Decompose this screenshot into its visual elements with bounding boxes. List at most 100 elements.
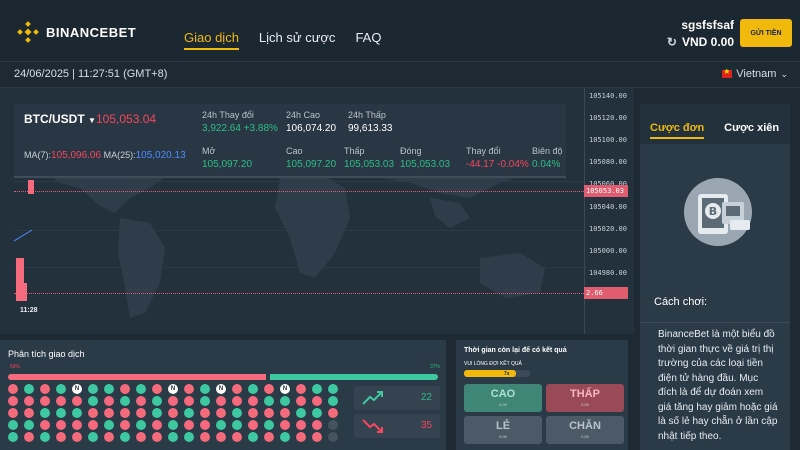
- result-bead: [88, 432, 98, 442]
- result-bead: [72, 396, 82, 406]
- language-label: Vietnam: [736, 68, 777, 80]
- bet-high-button[interactable]: CAO 0.00: [464, 384, 542, 412]
- result-bead: [312, 408, 322, 418]
- time-axis-label: 11:28: [20, 307, 38, 314]
- price-tick: 105100.00: [589, 136, 627, 144]
- language-selector[interactable]: Vietnam ⌄: [722, 67, 788, 80]
- result-bead: [248, 432, 258, 442]
- result-bead: N: [216, 384, 226, 394]
- stat-value: -44.17 -0.04%: [466, 159, 529, 170]
- result-bead: [24, 432, 34, 442]
- bet-low-button[interactable]: THẤP 0.00: [546, 384, 624, 412]
- result-bead: [280, 408, 290, 418]
- result-bead: [216, 408, 226, 418]
- server-datetime: 24/06/2025 | 11:27:51 (GMT+8): [14, 68, 168, 80]
- nav-bet-history[interactable]: Lịch sử cược: [259, 30, 336, 50]
- result-bead: [184, 384, 194, 394]
- result-bead: N: [72, 384, 82, 394]
- grid-line: [14, 267, 584, 268]
- ma7-value: 105,096.06: [51, 150, 102, 161]
- result-bead: [184, 420, 194, 430]
- nav-faq[interactable]: FAQ: [355, 30, 381, 50]
- result-bead: [328, 396, 338, 406]
- result-bead: [8, 432, 18, 442]
- chevron-down-icon: ⌄: [780, 68, 788, 79]
- result-bead: [120, 432, 130, 442]
- result-bead: [136, 384, 146, 394]
- stat-value: 105,053.03: [344, 159, 395, 170]
- result-bead: [312, 396, 322, 406]
- result-bead: [248, 408, 258, 418]
- analysis-title: Phân tích giao dịch: [8, 349, 85, 359]
- result-bead: [8, 396, 18, 406]
- deposit-button[interactable]: GỬI TIỀN: [740, 19, 792, 47]
- button-odds: 0.00: [581, 402, 589, 407]
- candle[interactable]: [28, 180, 34, 194]
- wait-label: VUI LÒNG ĐỢI KẾT QUẢ: [464, 361, 522, 367]
- stat-open: Mở 105,097.20: [202, 146, 252, 170]
- price-tick: 105040.00: [589, 203, 627, 211]
- result-bead: [328, 408, 338, 418]
- bet-odd-button[interactable]: LẺ 0.00: [464, 416, 542, 444]
- result-bead: [264, 396, 274, 406]
- result-bead: [216, 420, 226, 430]
- stat-24h-high: 24h Cao 106,074.20: [286, 110, 336, 134]
- result-bead: [40, 408, 50, 418]
- down-count: 35: [420, 420, 432, 431]
- brand-name: BINANCEBET: [46, 24, 137, 40]
- result-bead: [232, 420, 242, 430]
- stat-high: Cao 105,097.20: [286, 146, 336, 170]
- result-bead: [232, 408, 242, 418]
- result-bead: [72, 420, 82, 430]
- volume-bar: [24, 283, 27, 301]
- result-bead: [120, 408, 130, 418]
- result-bead: [56, 396, 66, 406]
- divider: [640, 322, 790, 323]
- result-bead: [40, 420, 50, 430]
- result-bead: [232, 396, 242, 406]
- nav-trade[interactable]: Giao dịch: [184, 30, 239, 50]
- button-label: CHẴN: [569, 420, 601, 432]
- result-bead: [8, 384, 18, 394]
- result-bead: [168, 408, 178, 418]
- result-bead: [280, 432, 290, 442]
- result-bead: [328, 384, 338, 394]
- price-chart[interactable]: 11:28 105140.00 105120.00 105100.00 1050…: [0, 88, 634, 334]
- down-count-box: 35: [354, 414, 440, 438]
- balance-row: ↻ VND 0.00: [667, 35, 734, 49]
- stat-close: Đóng 105,053.03: [400, 146, 450, 170]
- result-bead: [88, 384, 98, 394]
- tab-combo-bet[interactable]: Cược xiên: [724, 122, 779, 139]
- refresh-icon[interactable]: ↻: [667, 35, 677, 49]
- result-bead: [200, 420, 210, 430]
- brand-logo[interactable]: BINANCEBET: [16, 20, 136, 44]
- button-label: THẤP: [570, 388, 600, 400]
- result-bead: [184, 432, 194, 442]
- main-nav: Giao dịch Lịch sử cược FAQ: [184, 30, 381, 50]
- caret-down-icon: ▼: [88, 116, 96, 125]
- pair-selector[interactable]: BTC/USDT ▼: [24, 112, 96, 126]
- grid-line: [14, 181, 584, 182]
- result-bead: [56, 384, 66, 394]
- stat-value: 105,053.03: [400, 159, 451, 170]
- result-bead: [152, 384, 162, 394]
- result-bead: [232, 432, 242, 442]
- price-tick: 104980.00: [589, 269, 627, 277]
- result-bead: N: [168, 384, 178, 394]
- stat-amplitude: Biên độ 0.04%: [532, 146, 563, 170]
- stat-value: 105,097.20: [202, 159, 253, 170]
- ma25-value: 105,020.13: [135, 150, 186, 161]
- result-bead: [136, 420, 146, 430]
- stat-24h-change: 24h Thay đổi 3,922.64 +3.88%: [202, 110, 278, 134]
- result-bead: [40, 396, 50, 406]
- result-bead: [264, 420, 274, 430]
- result-bead: [200, 396, 210, 406]
- button-label: LẺ: [495, 420, 511, 432]
- bet-even-button[interactable]: CHẴN 0.00: [546, 416, 624, 444]
- result-bead: [24, 420, 34, 430]
- result-bead: [120, 384, 130, 394]
- tab-single-bet[interactable]: Cược đơn: [650, 122, 705, 139]
- top-header: BINANCEBET Giao dịch Lịch sử cược FAQ sg…: [0, 0, 800, 62]
- result-bead: [24, 408, 34, 418]
- indicator-tag: 2.66: [584, 287, 628, 299]
